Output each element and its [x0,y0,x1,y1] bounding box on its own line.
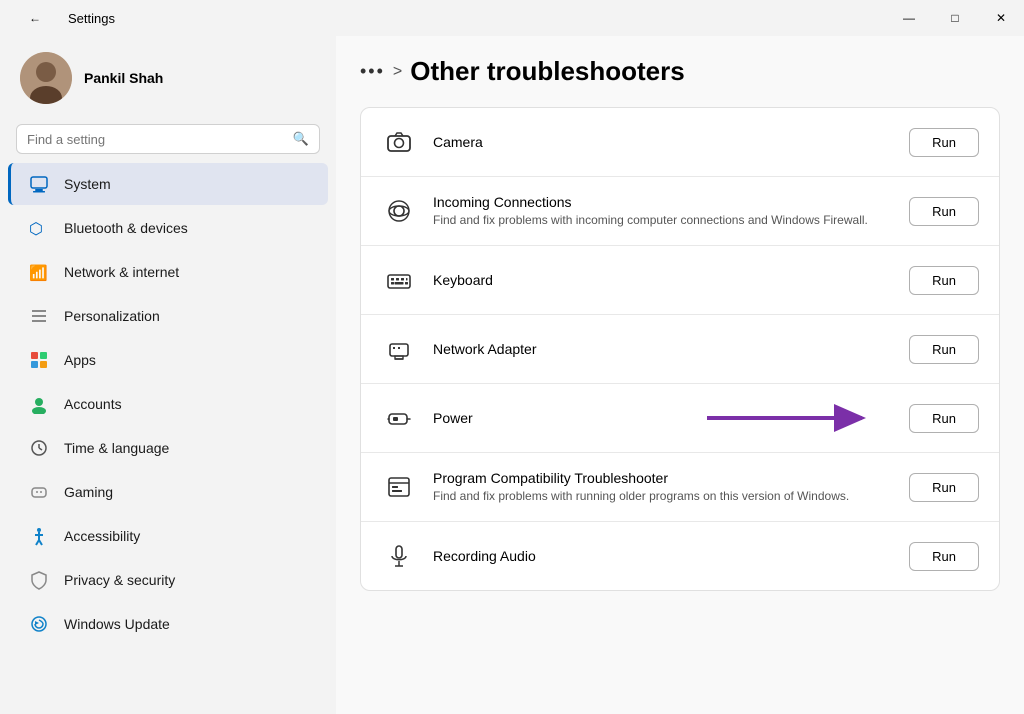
sidebar-label-time: Time & language [64,440,169,456]
avatar [20,52,72,104]
item-text: Camera [433,134,893,150]
item-title: Incoming Connections [433,194,893,210]
sidebar-item-accounts[interactable]: Accounts [8,383,328,425]
close-button[interactable]: ✕ [978,0,1024,36]
sidebar-item-network[interactable]: 📶 Network & internet [8,251,328,293]
sidebar-label-network: Network & internet [64,264,179,280]
update-icon [28,613,50,635]
item-desc: Find and fix problems with incoming comp… [433,212,893,229]
search-icon: 🔍 [293,131,309,147]
svg-text:⬡: ⬡ [29,221,43,238]
sidebar-item-time[interactable]: Time & language [8,427,328,469]
arrow-indicator [697,404,877,432]
list-item: Keyboard Run [361,246,999,315]
sidebar-label-system: System [64,176,111,192]
program-compatibility-icon [381,469,417,505]
item-title: Keyboard [433,272,893,288]
item-text: Keyboard [433,272,893,288]
page-title: Other troubleshooters [410,56,684,87]
item-title: Camera [433,134,893,150]
search-input[interactable] [27,132,285,147]
item-desc: Find and fix problems with running older… [433,488,893,505]
list-item: Program Compatibility Troubleshooter Fin… [361,453,999,522]
sidebar-label-bluetooth: Bluetooth & devices [64,220,188,236]
svg-text:📶: 📶 [29,264,48,282]
user-name: Pankil Shah [84,70,163,86]
item-text: Incoming Connections Find and fix proble… [433,194,893,229]
sidebar-item-apps[interactable]: Apps [8,339,328,381]
breadcrumb-separator: > [393,63,402,81]
item-title: Recording Audio [433,548,893,564]
recording-audio-icon [381,538,417,574]
list-item: Recording Audio Run [361,522,999,590]
gaming-icon [28,481,50,503]
bluetooth-icon: ⬡ [28,217,50,239]
search-box[interactable]: 🔍 [16,124,320,154]
item-title: Program Compatibility Troubleshooter [433,470,893,486]
sidebar-label-privacy: Privacy & security [64,572,175,588]
item-text: Network Adapter [433,341,893,357]
accessibility-icon [28,525,50,547]
system-icon [28,173,50,195]
run-camera-button[interactable]: Run [909,128,979,157]
list-item: Network Adapter Run [361,315,999,384]
run-incoming-button[interactable]: Run [909,197,979,226]
troubleshooter-list: Camera Run Incoming Connections Find and… [360,107,1000,591]
sidebar-item-system[interactable]: System [8,163,328,205]
app-title: Settings [68,11,115,26]
incoming-connections-icon [381,193,417,229]
minimize-button[interactable]: — [886,0,932,36]
sidebar-item-gaming[interactable]: Gaming [8,471,328,513]
sidebar-label-accessibility: Accessibility [64,528,140,544]
item-title: Power [433,410,647,426]
list-item: Power Run [361,384,999,453]
list-item: Camera Run [361,108,999,177]
sidebar-item-personalization[interactable]: Personalization [8,295,328,337]
item-text: Power [433,410,647,426]
personalization-icon [28,305,50,327]
time-icon [28,437,50,459]
run-program-compat-button[interactable]: Run [909,473,979,502]
window-controls: — □ ✕ [886,0,1024,36]
user-section[interactable]: Pankil Shah [0,36,336,120]
run-power-button[interactable]: Run [909,404,979,433]
main-content: ••• > Other troubleshooters Camera Run [336,36,1024,714]
breadcrumb-dots[interactable]: ••• [360,61,385,82]
run-network-adapter-button[interactable]: Run [909,335,979,364]
sidebar-item-accessibility[interactable]: Accessibility [8,515,328,557]
sidebar-item-privacy[interactable]: Privacy & security [8,559,328,601]
item-text: Recording Audio [433,548,893,564]
apps-icon [28,349,50,371]
camera-icon [381,124,417,160]
sidebar-label-update: Windows Update [64,616,170,632]
run-recording-audio-button[interactable]: Run [909,542,979,571]
item-title: Network Adapter [433,341,893,357]
breadcrumb: ••• > Other troubleshooters [360,56,1000,87]
privacy-icon [28,569,50,591]
list-item: Incoming Connections Find and fix proble… [361,177,999,246]
run-keyboard-button[interactable]: Run [909,266,979,295]
titlebar: ← Settings — □ ✕ [0,0,1024,36]
sidebar-label-apps: Apps [64,352,96,368]
sidebar-item-update[interactable]: Windows Update [8,603,328,645]
sidebar-item-bluetooth[interactable]: ⬡ Bluetooth & devices [8,207,328,249]
accounts-icon [28,393,50,415]
sidebar-label-personalization: Personalization [64,308,160,324]
app-body: Pankil Shah 🔍 System ⬡ Bluetooth & devic… [0,36,1024,714]
maximize-button[interactable]: □ [932,0,978,36]
keyboard-icon [381,262,417,298]
power-arrow [663,404,877,432]
network-adapter-icon [381,331,417,367]
back-button[interactable]: ← [12,0,58,36]
power-icon [381,400,417,436]
sidebar-label-accounts: Accounts [64,396,122,412]
network-icon: 📶 [28,261,50,283]
sidebar: Pankil Shah 🔍 System ⬡ Bluetooth & devic… [0,36,336,714]
item-text: Program Compatibility Troubleshooter Fin… [433,470,893,505]
titlebar-left: ← Settings [12,0,115,36]
sidebar-label-gaming: Gaming [64,484,113,500]
